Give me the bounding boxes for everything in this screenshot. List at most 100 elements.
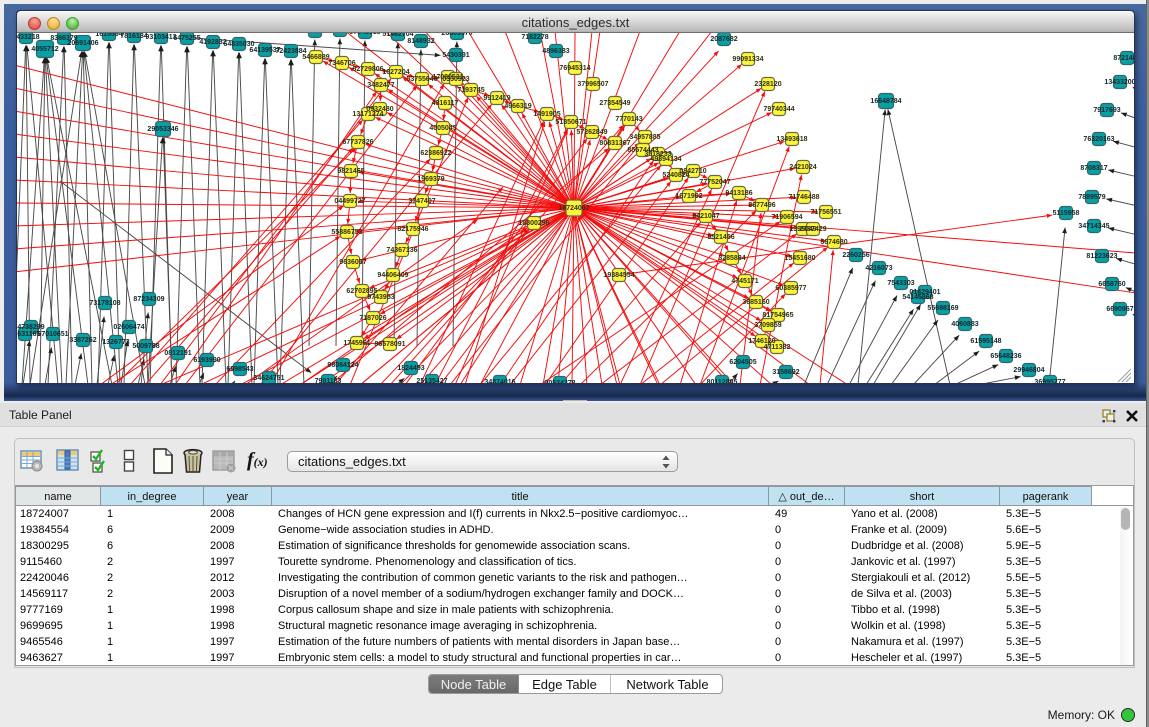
svg-text:27354549: 27354549 <box>599 100 630 107</box>
svg-text:99091334: 99091334 <box>732 56 763 63</box>
svg-text:57262849: 57262849 <box>576 129 607 136</box>
svg-text:29053346: 29053346 <box>147 126 178 133</box>
svg-text:7182278: 7182278 <box>521 34 548 41</box>
svg-text:6690967: 6690967 <box>1106 306 1133 313</box>
svg-text:5674680: 5674680 <box>820 239 847 246</box>
svg-text:2260256: 2260256 <box>842 252 869 259</box>
svg-text:2787429: 2787429 <box>799 226 826 233</box>
svg-text:61595148: 61595148 <box>970 338 1001 345</box>
svg-text:71746488: 71746488 <box>788 194 819 201</box>
svg-text:7816184: 7816184 <box>120 33 147 40</box>
svg-text:29946804: 29946804 <box>1013 367 1044 374</box>
svg-text:77752047: 77752047 <box>699 179 730 186</box>
svg-text:6658760: 6658760 <box>1098 281 1125 288</box>
svg-text:13433200: 13433200 <box>1104 79 1134 86</box>
svg-text:3285884: 3285884 <box>718 255 745 262</box>
svg-text:7991183: 7991183 <box>315 378 342 383</box>
svg-text:7543303: 7543303 <box>887 280 914 287</box>
svg-text:62386922: 62386922 <box>420 150 451 157</box>
svg-text:1326773: 1326773 <box>102 339 129 346</box>
svg-text:97848018: 97848018 <box>349 33 380 36</box>
svg-text:4738299: 4738299 <box>17 324 44 331</box>
svg-text:9636057: 9636057 <box>339 259 366 266</box>
svg-text:9743953: 9743953 <box>367 294 394 301</box>
svg-text:7770143: 7770143 <box>615 116 642 123</box>
svg-text:2087682: 2087682 <box>710 36 737 43</box>
svg-text:62729806: 62729806 <box>352 66 383 73</box>
svg-text:4060883: 4060883 <box>951 321 978 328</box>
svg-text:8148932: 8148932 <box>407 38 434 45</box>
svg-text:28809570: 28809570 <box>441 33 472 37</box>
svg-text:01429401: 01429401 <box>909 289 940 296</box>
svg-text:2328120: 2328120 <box>754 81 781 88</box>
svg-text:34714345: 34714345 <box>1078 223 1109 230</box>
svg-text:4005045: 4005045 <box>429 125 456 132</box>
svg-text:9521456: 9521456 <box>707 234 734 241</box>
svg-text:73178108: 73178108 <box>89 300 120 307</box>
svg-text:9421047: 9421047 <box>692 213 719 220</box>
svg-text:74367136: 74367136 <box>386 247 417 254</box>
svg-text:8708317: 8708317 <box>1080 165 1107 172</box>
svg-text:15451680: 15451680 <box>784 255 815 262</box>
svg-text:1627204: 1627204 <box>382 69 409 76</box>
svg-text:86578091: 86578091 <box>374 341 405 348</box>
svg-text:19384554: 19384554 <box>603 272 634 279</box>
svg-text:1671902: 1671902 <box>675 193 702 200</box>
svg-text:9821465: 9821465 <box>337 168 364 175</box>
svg-text:3158692: 3158692 <box>772 369 799 376</box>
svg-text:4316117: 4316117 <box>432 100 459 107</box>
svg-text:1824493: 1824493 <box>397 365 424 372</box>
svg-text:04499727: 04499727 <box>334 198 365 205</box>
svg-text:4711382: 4711382 <box>764 344 791 351</box>
svg-text:81223623: 81223623 <box>1086 253 1117 260</box>
svg-text:71756551: 71756551 <box>810 209 841 216</box>
svg-text:8677496: 8677496 <box>748 202 775 209</box>
svg-text:4896383: 4896383 <box>542 48 569 55</box>
svg-text:76945314: 76945314 <box>559 65 590 72</box>
svg-text:3482477: 3482477 <box>367 82 394 89</box>
svg-text:3685160: 3685160 <box>742 299 769 306</box>
svg-text:60385977: 60385977 <box>775 285 806 292</box>
svg-text:00524278: 00524278 <box>544 380 575 383</box>
svg-text:4966319: 4966319 <box>504 103 531 110</box>
svg-text:9413186: 9413186 <box>725 190 752 197</box>
svg-text:34874016: 34874016 <box>484 379 515 383</box>
svg-text:7889579: 7889579 <box>1078 194 1105 201</box>
svg-text:34624751: 34624751 <box>253 375 284 382</box>
svg-text:65648236: 65648236 <box>990 353 1021 360</box>
svg-text:67737826: 67737826 <box>342 139 373 146</box>
svg-text:02606474: 02606474 <box>113 324 144 331</box>
svg-text:6193990: 6193990 <box>193 357 220 364</box>
svg-text:6998543: 6998543 <box>226 366 253 373</box>
svg-text:0330923: 0330923 <box>442 76 469 83</box>
svg-text:87234309: 87234309 <box>133 296 164 303</box>
svg-text:0433218: 0433218 <box>17 34 40 41</box>
svg-text:51850671: 51850671 <box>555 119 586 126</box>
svg-text:3747407: 3747407 <box>408 198 435 205</box>
svg-text:0812191: 0812191 <box>164 350 191 357</box>
svg-text:6204505: 6204505 <box>729 359 756 366</box>
svg-text:81754965: 81754965 <box>762 312 793 319</box>
svg-text:3387262: 3387262 <box>69 337 96 344</box>
svg-text:5009788: 5009788 <box>132 343 159 350</box>
svg-text:7193745: 7193745 <box>457 87 484 94</box>
svg-text:20691406: 20691406 <box>67 40 98 47</box>
svg-text:55698169: 55698169 <box>927 305 958 312</box>
svg-text:25135427: 25135427 <box>416 378 447 383</box>
svg-text:13493618: 13493618 <box>776 136 807 143</box>
svg-text:93103413: 93103413 <box>145 34 176 41</box>
svg-text:7187026: 7187026 <box>359 315 386 322</box>
svg-text:36995777: 36995777 <box>1034 379 1065 383</box>
svg-text:98084124: 98084124 <box>327 362 358 369</box>
svg-text:8721489: 8721489 <box>1113 55 1134 62</box>
svg-text:7917693: 7917693 <box>1093 107 1120 114</box>
svg-text:1969379: 1969379 <box>417 176 444 183</box>
svg-text:13171274: 13171274 <box>352 111 383 118</box>
svg-text:16648784: 16648784 <box>870 98 901 105</box>
svg-text:4216073: 4216073 <box>865 265 892 272</box>
svg-text:1491905: 1491905 <box>533 111 560 118</box>
svg-text:3709859: 3709859 <box>754 322 781 329</box>
svg-text:1615594: 1615594 <box>95 33 122 38</box>
svg-text:5115958: 5115958 <box>1053 210 1080 217</box>
svg-text:6475255: 6475255 <box>173 35 200 42</box>
